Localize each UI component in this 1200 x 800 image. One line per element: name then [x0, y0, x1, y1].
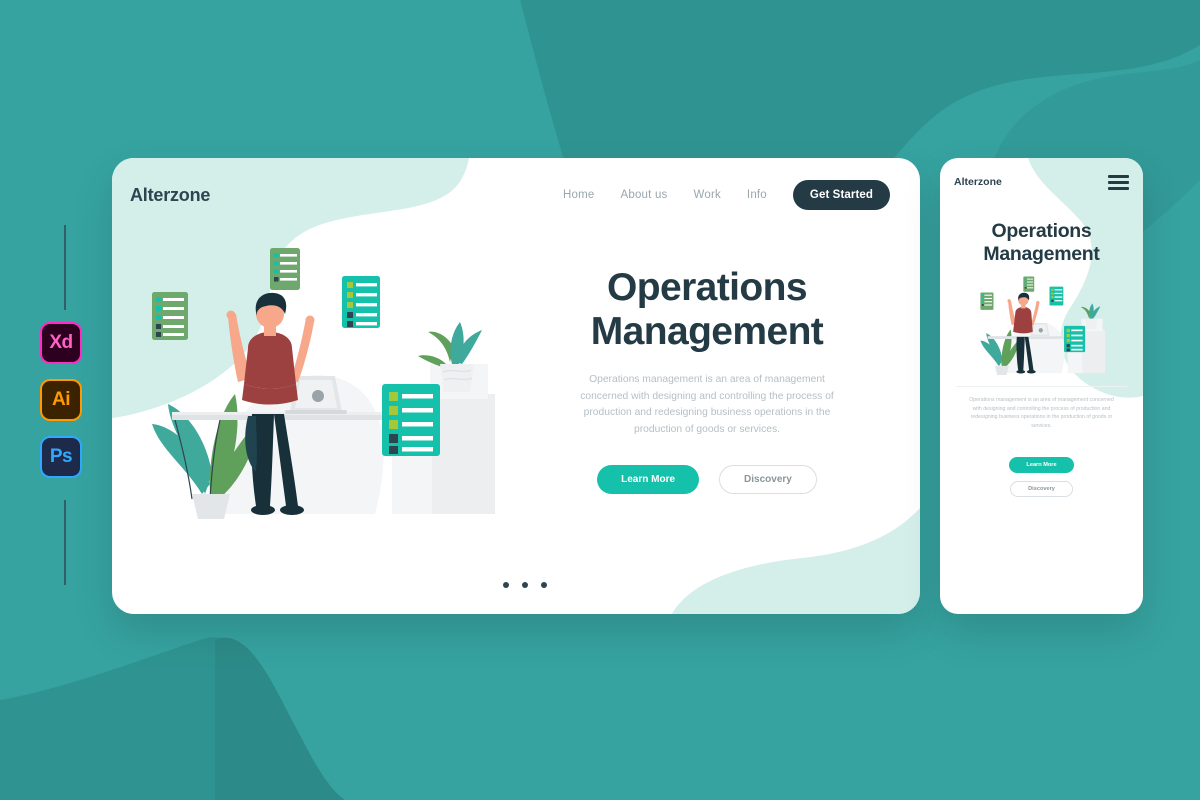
hero-copy: Operations Management Operations managem…	[512, 232, 902, 524]
adobe-photoshop-label: Ps	[49, 446, 73, 467]
mobile-mockup-card: Alterzone Operations Management Operatio…	[940, 158, 1143, 614]
mobile-cta-group: Learn More Discovery	[940, 456, 1143, 497]
tool-rail: Xd Ai Ps	[40, 225, 110, 585]
adobe-xd-label: Xd	[49, 332, 73, 353]
headline-line-1: Operations	[607, 266, 807, 309]
get-started-button[interactable]: Get Started	[792, 180, 890, 210]
burger-line-2	[1108, 180, 1129, 184]
mobile-header: Alterzone	[940, 158, 1143, 206]
mobile-divider	[956, 385, 1127, 387]
desktop-logo[interactable]: Alterzone	[130, 185, 210, 206]
carousel-dots	[112, 582, 920, 588]
adobe-xd-icon[interactable]: Xd	[40, 322, 82, 364]
learn-more-button[interactable]: Learn More	[597, 464, 700, 494]
desktop-nav: Home About us Work Info Get Started	[563, 180, 890, 210]
illustration-svg	[152, 248, 495, 519]
checklist-card-teal-upper	[342, 276, 380, 328]
page-title: Operations Management	[590, 266, 824, 355]
desktop-mockup-card: Alterzone Home About us Work Info Get St…	[112, 158, 920, 614]
mobile-headline-line-1: Operations	[991, 220, 1092, 242]
carousel-dot-1[interactable]	[503, 582, 509, 588]
app-icon-group: Xd Ai Ps	[40, 322, 82, 478]
mobile-learn-more-button[interactable]: Learn More	[1009, 456, 1074, 473]
carousel-dot-3[interactable]	[541, 582, 547, 588]
hero-paragraph: Operations management is an area of mana…	[580, 373, 834, 435]
burger-line-1	[1108, 174, 1129, 178]
nav-item-work[interactable]: Work	[694, 189, 721, 201]
discovery-button[interactable]: Discovery	[719, 464, 817, 494]
mobile-headline-line-2: Management	[983, 243, 1100, 266]
burger-line-3	[1108, 186, 1129, 190]
desktop-body: Operations Management Operations managem…	[112, 232, 920, 524]
checklist-card-green-top	[270, 248, 300, 290]
hero-cta-row: Learn More Discovery	[597, 464, 817, 494]
mobile-content: Operations Management Operations managem…	[940, 206, 1143, 497]
nav-item-about-us[interactable]: About us	[621, 189, 668, 201]
mobile-hero-illustration	[940, 275, 1143, 380]
hero-illustration	[112, 232, 512, 524]
adobe-illustrator-icon[interactable]: Ai	[40, 379, 82, 421]
mobile-illustration-svg	[980, 276, 1106, 375]
mobile-page-title: Operations Management	[940, 206, 1143, 267]
adobe-photoshop-icon[interactable]: Ps	[40, 436, 82, 478]
desktop-header: Alterzone Home About us Work Info Get St…	[112, 158, 920, 232]
nav-item-info[interactable]: Info	[747, 189, 767, 201]
nav-item-home[interactable]: Home	[563, 189, 594, 201]
headline-line-2: Management	[590, 310, 824, 354]
mobile-logo[interactable]: Alterzone	[954, 176, 1002, 188]
carousel-dot-2[interactable]	[522, 582, 528, 588]
mobile-discovery-button[interactable]: Discovery	[1010, 480, 1073, 497]
rail-line-bottom	[64, 500, 66, 585]
adobe-illustrator-label: Ai	[52, 389, 71, 410]
checklist-card-green-left	[152, 292, 188, 340]
hamburger-menu-icon[interactable]	[1108, 174, 1129, 190]
rail-line-top	[64, 225, 66, 310]
mobile-paragraph: Operations management is an area of mana…	[969, 396, 1114, 429]
checklist-card-teal-large	[382, 384, 440, 456]
